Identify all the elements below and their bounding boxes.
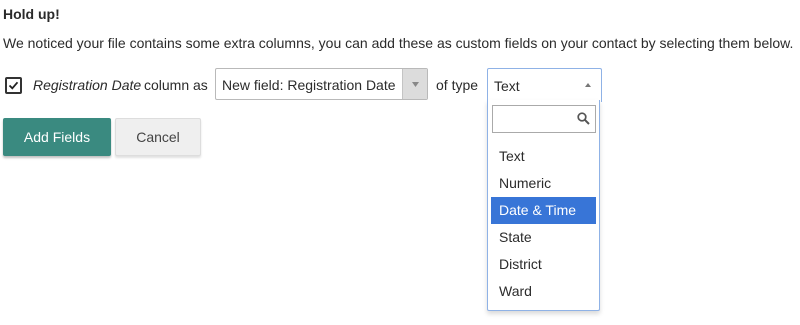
type-dropdown: Text Numeric Date & Time State District …: [487, 100, 600, 311]
type-option-numeric[interactable]: Numeric: [491, 170, 596, 197]
checkmark-icon: [8, 81, 19, 90]
type-option-state[interactable]: State: [491, 224, 596, 251]
cancel-button[interactable]: Cancel: [115, 118, 201, 156]
add-fields-button[interactable]: Add Fields: [3, 118, 111, 156]
column-name-label: Registration Date: [33, 77, 142, 93]
type-option-text[interactable]: Text: [491, 143, 596, 170]
type-options-list: Text Numeric Date & Time State District …: [491, 143, 596, 305]
custom-fields-panel: Hold up! We noticed your file contains s…: [0, 0, 800, 325]
of-type-label: of type: [436, 77, 479, 93]
type-option-district[interactable]: District: [491, 251, 596, 278]
triangle-up-icon: [585, 83, 591, 87]
field-select[interactable]: New field: Registration Date: [215, 68, 428, 100]
magnifier-icon: [577, 112, 590, 125]
type-select[interactable]: Text: [487, 68, 602, 102]
page-heading: Hold up!: [3, 6, 60, 22]
column-as-label: column as: [144, 77, 208, 93]
include-column-checkbox[interactable]: [5, 77, 22, 94]
extra-columns-notice: We noticed your file contains some extra…: [3, 35, 794, 51]
type-option-ward[interactable]: Ward: [491, 278, 596, 305]
type-option-date-time[interactable]: Date & Time: [491, 197, 596, 224]
type-select-value: Text: [494, 78, 520, 94]
field-select-value: New field: Registration Date: [222, 77, 396, 93]
field-select-toggle[interactable]: [402, 69, 427, 99]
type-search-input[interactable]: [492, 105, 596, 133]
column-mapping-row: Registration Date column as New field: R…: [3, 68, 793, 102]
triangle-down-icon: [412, 82, 419, 87]
